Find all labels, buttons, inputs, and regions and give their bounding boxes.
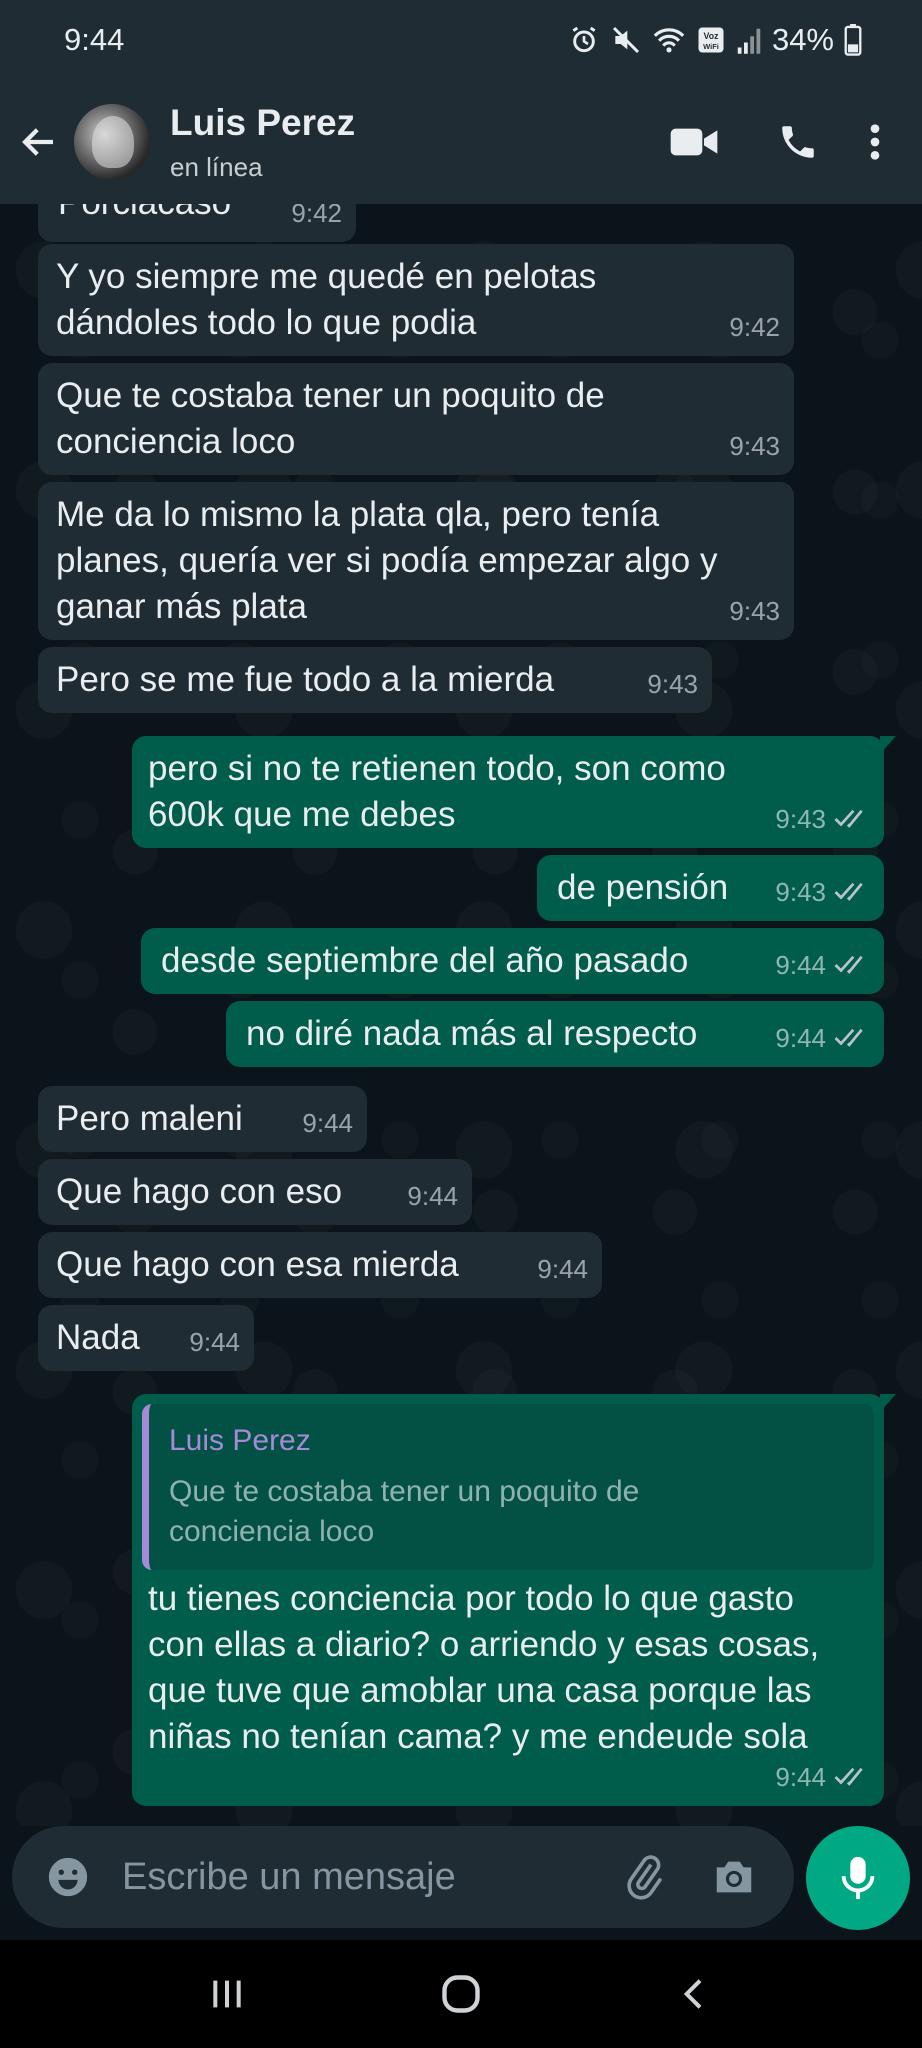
bubble-tail [880, 1394, 896, 1412]
message-meta: 9:44 [537, 1246, 588, 1292]
message-meta: 9:44 [407, 1173, 458, 1219]
message-text: Que hago con eso [56, 1172, 343, 1211]
message-outgoing-reply[interactable]: Luis Perez Que te costaba tener un poqui… [132, 1394, 896, 1806]
message-text: Pero maleni [56, 1099, 243, 1138]
message-outgoing[interactable]: pero si no te retienen todo, son como 60… [132, 736, 896, 848]
back-icon[interactable] [635, 1949, 755, 2039]
mic-icon[interactable] [806, 1826, 910, 1930]
message-meta: 9:43 [775, 869, 870, 915]
message-time: 9:44 [189, 1327, 240, 1357]
double-check-icon [834, 881, 870, 903]
volte-icon: Voz WiFi [696, 25, 726, 55]
message-text: Y yo siempre me quedé en pelotas dándole… [56, 257, 597, 342]
video-call-icon[interactable] [642, 102, 746, 182]
message-time: 9:43 [647, 669, 698, 699]
attach-icon[interactable] [612, 1845, 676, 1909]
message-meta: 9:43 [729, 588, 780, 634]
quoted-message[interactable]: Luis Perez Que te costaba tener un poqui… [142, 1404, 874, 1570]
message-text: Que hago con esa mierda [56, 1245, 459, 1284]
message-meta: 9:43 [647, 661, 698, 707]
double-check-icon [834, 1027, 870, 1049]
message-incoming[interactable]: Me da lo mismo la plata qla, pero tenía … [38, 482, 794, 640]
double-check-icon [834, 808, 870, 830]
message-incoming[interactable]: Pero maleni 9:44 [38, 1086, 367, 1152]
message-meta: 9:43 [729, 423, 780, 469]
message-meta: 9:44 [775, 942, 870, 988]
message-incoming[interactable]: Nada 9:44 [38, 1305, 254, 1371]
svg-text:WiFi: WiFi [703, 42, 719, 51]
header-actions [642, 102, 900, 182]
message-text: Pero se me fue todo a la mierda [56, 660, 555, 699]
mute-icon [610, 24, 642, 56]
avatar[interactable] [74, 104, 150, 180]
message-time: 9:44 [407, 1181, 458, 1211]
battery-icon [844, 24, 862, 56]
message-time: 9:42 [729, 312, 780, 342]
contact-name: Luis Perez [170, 101, 356, 143]
message-outgoing[interactable]: no diré nada más al respecto 9:44 [226, 1001, 884, 1067]
message-meta: 9:42 [291, 204, 342, 236]
chat-area[interactable]: Porciacaso 9:42 Y yo siempre me quedé en… [0, 204, 922, 1826]
message-incoming[interactable]: Que hago con eso 9:44 [38, 1159, 472, 1225]
double-check-icon [834, 1766, 870, 1788]
message-text: Que te costaba tener un poquito de conci… [56, 376, 605, 461]
alarm-icon [568, 24, 600, 56]
contact-status: en línea [170, 151, 263, 182]
message-time: 9:43 [729, 596, 780, 626]
message-outgoing[interactable]: desde septiembre del año pasado 9:44 [141, 928, 884, 994]
emoji-icon[interactable] [36, 1845, 100, 1909]
message-time: 9:43 [775, 804, 826, 834]
message-composer [12, 1826, 794, 1928]
message-meta: 9:44 [775, 1015, 870, 1061]
message-text: desde septiembre del año pasado [161, 941, 689, 980]
message-input[interactable] [122, 1855, 612, 1899]
message-incoming[interactable]: Que hago con esa mierda 9:44 [38, 1232, 602, 1298]
system-nav-bar [0, 1940, 922, 2048]
message-outgoing[interactable]: de pensión 9:43 [537, 855, 884, 921]
home-icon[interactable] [401, 1949, 521, 2039]
message-text: de pensión [557, 868, 729, 907]
message-time: 9:43 [775, 877, 826, 907]
bubble-tail [880, 736, 896, 754]
back-arrow-icon[interactable] [4, 80, 74, 204]
message-time: 9:44 [302, 1108, 353, 1138]
message-text: no diré nada más al respecto [246, 1014, 698, 1053]
message-incoming[interactable]: Y yo siempre me quedé en pelotas dándole… [38, 244, 794, 356]
status-icons: Voz WiFi 34% [568, 22, 862, 58]
message-text: Nada [56, 1318, 140, 1357]
recent-apps-icon[interactable] [167, 1949, 287, 2039]
message-time: 9:44 [775, 1023, 826, 1053]
status-bar: 9:44 Voz WiFi 34% [0, 0, 922, 80]
message-incoming[interactable]: Pero se me fue todo a la mierda 9:43 [38, 647, 712, 713]
message-incoming[interactable]: Que te costaba tener un poquito de conci… [38, 363, 794, 475]
message-meta: 9:44 [189, 1319, 240, 1365]
message-meta: 9:43 [775, 796, 870, 842]
double-check-icon [834, 954, 870, 976]
message-text: pero si no te retienen todo, son como 60… [148, 749, 726, 834]
message-time: 9:44 [775, 1762, 826, 1792]
signal-icon [736, 25, 762, 55]
contact-info[interactable]: Luis Perez en línea [170, 102, 642, 183]
camera-icon[interactable] [702, 1845, 766, 1909]
message-meta: 9:42 [729, 304, 780, 350]
message-time: 9:42 [291, 204, 342, 228]
status-time: 9:44 [64, 22, 125, 57]
message-incoming[interactable]: Porciacaso 9:42 [38, 204, 356, 242]
message-time: 9:44 [537, 1254, 588, 1284]
quote-author: Luis Perez [169, 1424, 311, 1457]
message-time: 9:44 [775, 950, 826, 980]
message-text: Me da lo mismo la plata qla, pero tenía … [56, 495, 718, 626]
message-text: tu tienes conciencia por todo lo que gas… [148, 1579, 820, 1756]
message-time: 9:43 [729, 431, 780, 461]
message-meta: 9:44 [302, 1100, 353, 1146]
phone-icon[interactable] [746, 102, 850, 182]
chat-header: Luis Perez en línea [0, 80, 922, 204]
message-meta: 9:44 [775, 1754, 870, 1800]
more-vert-icon[interactable] [850, 102, 900, 182]
wifi-icon [652, 25, 686, 55]
message-text: Porciacaso [58, 204, 231, 222]
svg-text:Voz: Voz [703, 31, 719, 41]
battery-percent: 34% [771, 22, 834, 57]
quote-text: Que te costaba tener un poquito de conci… [169, 1475, 640, 1548]
